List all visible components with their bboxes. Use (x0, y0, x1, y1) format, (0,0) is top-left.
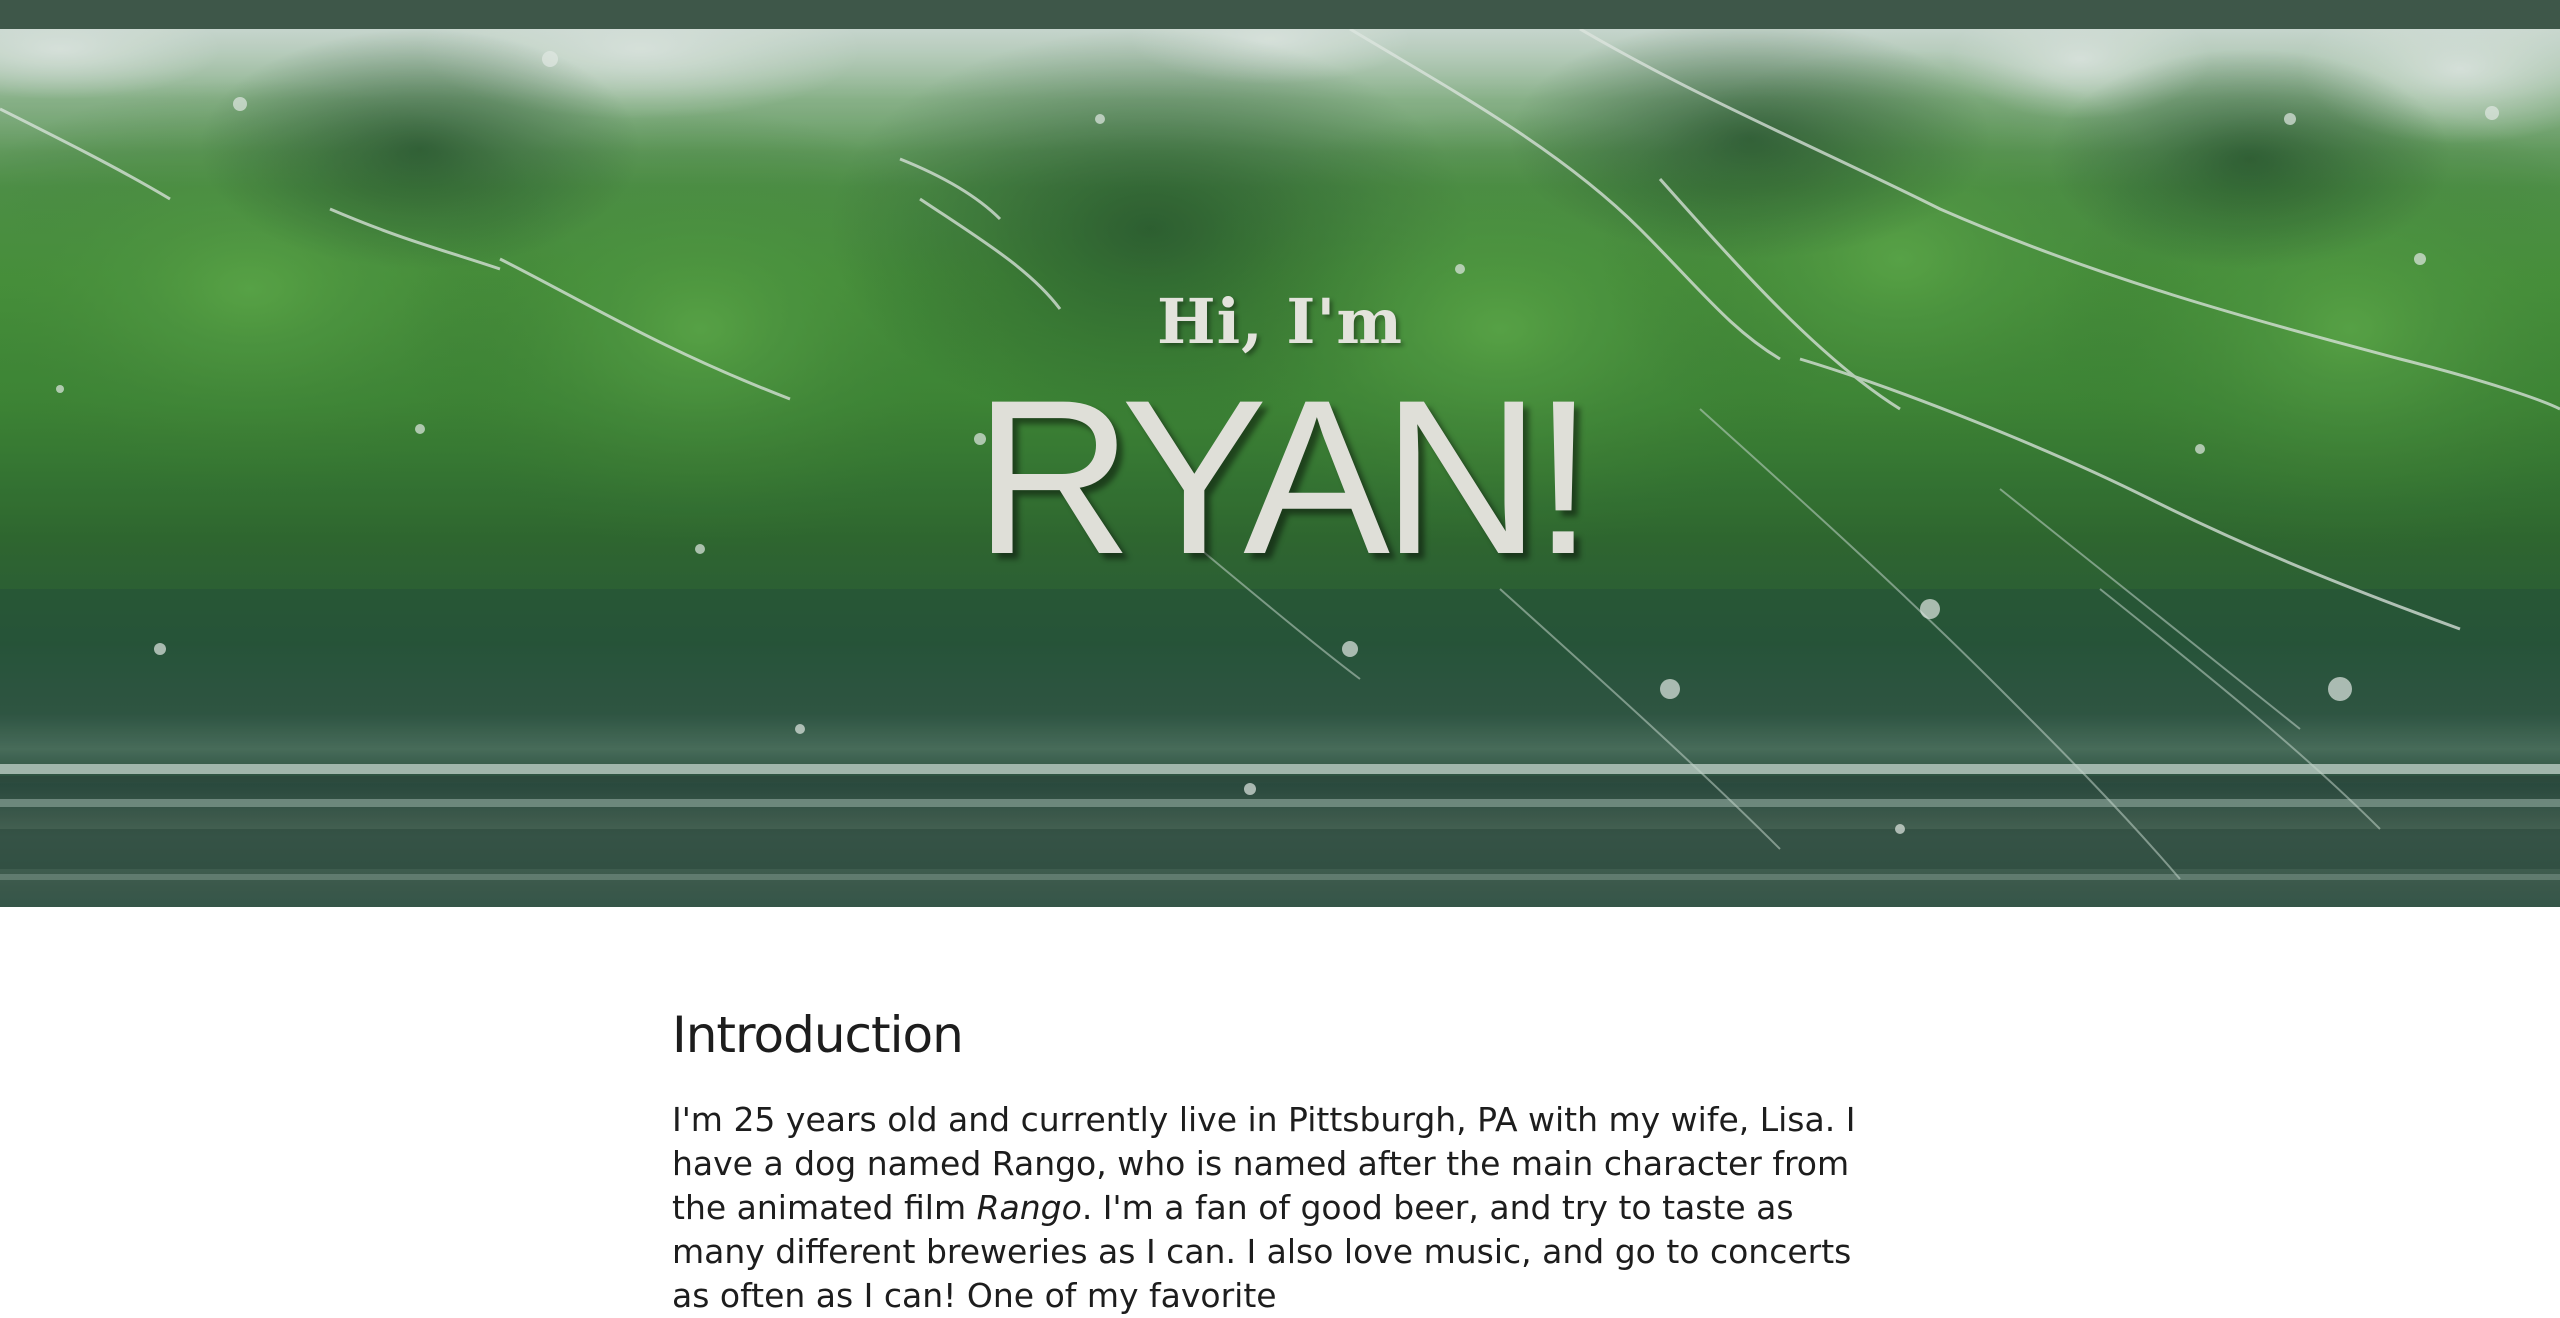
hero-name: RYAN! (973, 354, 1594, 600)
hero-greeting: Hi, I'm (1157, 285, 1403, 358)
hero-text: Hi, I'm RYAN! (0, 29, 2560, 907)
hero-banner: Hi, I'm RYAN! (0, 29, 2560, 907)
film-title: Rango (976, 1188, 1082, 1227)
introduction-paragraph: I'm 25 years old and currently live in P… (672, 1098, 1892, 1318)
main-content: Introduction I'm 25 years old and curren… (672, 1000, 1892, 1318)
top-bar (0, 0, 2560, 29)
introduction-heading: Introduction (672, 1006, 964, 1064)
